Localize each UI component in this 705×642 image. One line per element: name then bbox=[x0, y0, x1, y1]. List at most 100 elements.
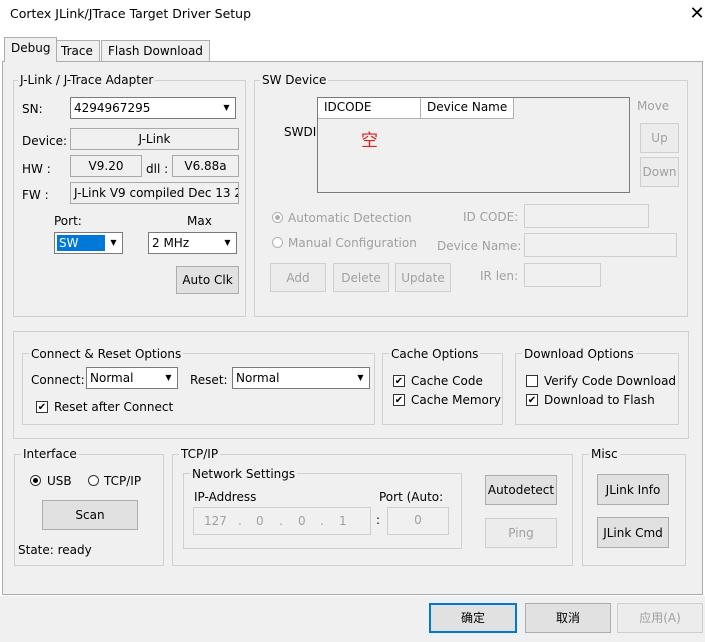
ip-dot: . bbox=[279, 514, 283, 528]
reset-label: Reset: bbox=[190, 373, 228, 387]
cancel-button[interactable]: 取消 bbox=[525, 603, 611, 633]
port-input[interactable]: 0 bbox=[387, 507, 449, 535]
ip-octet-4: 1 bbox=[339, 514, 347, 528]
up-button[interactable]: Up bbox=[640, 123, 679, 153]
sw-device-list[interactable]: IDCODE Device Name 空 bbox=[317, 97, 630, 193]
connect-select[interactable]: Normal ▼ bbox=[86, 367, 178, 389]
misc-group-label: Misc bbox=[589, 447, 620, 461]
window-title: Cortex JLink/JTrace Target Driver Setup bbox=[10, 6, 252, 21]
jlink-info-button[interactable]: JLink Info bbox=[597, 474, 669, 505]
reset-after-connect-checkbox[interactable]: ✔ bbox=[36, 401, 48, 413]
auto-detection-radio[interactable] bbox=[272, 212, 283, 223]
cache-memory-checkbox[interactable]: ✔ bbox=[393, 394, 405, 406]
max-label: Max bbox=[187, 214, 212, 228]
ip-dot: . bbox=[238, 514, 242, 528]
hw-label: HW : bbox=[22, 162, 51, 176]
cache-options-group-label: Cache Options bbox=[389, 347, 481, 361]
swdi-label: SWDI bbox=[284, 125, 317, 139]
dll-field: V6.88a bbox=[172, 155, 239, 177]
idcode-column-header[interactable]: IDCODE bbox=[318, 98, 421, 119]
connect-value: Normal bbox=[90, 371, 134, 385]
usb-radio[interactable] bbox=[30, 475, 41, 486]
cache-options-group bbox=[382, 353, 503, 425]
interface-group-label: Interface bbox=[21, 447, 79, 461]
update-button[interactable]: Update bbox=[395, 263, 451, 292]
device-name-label: Device Name: bbox=[437, 239, 522, 253]
tab-debug[interactable]: Debug bbox=[4, 37, 58, 62]
sn-value: 4294967295 bbox=[74, 101, 151, 115]
hw-field: V9.20 bbox=[70, 155, 142, 177]
connect-label: Connect: bbox=[31, 373, 85, 387]
reset-select[interactable]: Normal ▼ bbox=[232, 367, 370, 389]
cache-code-label: Cache Code bbox=[411, 374, 483, 388]
auto-clk-button[interactable]: Auto Clk bbox=[176, 266, 239, 294]
fw-label: FW : bbox=[22, 188, 49, 202]
jlink-cmd-button[interactable]: JLink Cmd bbox=[597, 517, 669, 548]
sn-select[interactable]: 4294967295 ▼ bbox=[70, 97, 236, 119]
cache-code-checkbox[interactable]: ✔ bbox=[393, 375, 405, 387]
close-icon[interactable]: ✕ bbox=[686, 2, 705, 26]
empty-list-text: 空 bbox=[361, 131, 378, 151]
cache-memory-label: Cache Memory bbox=[411, 393, 501, 407]
chevron-down-icon: ▼ bbox=[106, 234, 121, 252]
fw-field: J-Link V9 compiled Dec 13 2 bbox=[70, 182, 239, 204]
apply-button[interactable]: 应用(A) bbox=[617, 603, 703, 633]
port-select[interactable]: SW ▼ bbox=[54, 232, 123, 254]
id-code-label: ID CODE: bbox=[463, 210, 519, 224]
down-button[interactable]: Down bbox=[640, 157, 679, 187]
tab-trace[interactable]: Trace bbox=[54, 40, 100, 62]
download-options-group bbox=[515, 353, 679, 425]
autodetect-button[interactable]: Autodetect bbox=[485, 475, 557, 505]
ip-address-input[interactable]: 127 . 0 . 0 . 1 bbox=[193, 507, 371, 535]
ir-len-label: IR len: bbox=[480, 269, 519, 283]
chevron-down-icon: ▼ bbox=[353, 369, 368, 387]
reset-value: Normal bbox=[236, 371, 280, 385]
tcpip-radio-label: TCP/IP bbox=[104, 474, 142, 488]
device-label: Device: bbox=[22, 134, 68, 148]
port-label: Port: bbox=[54, 214, 82, 228]
ok-button[interactable]: 确定 bbox=[429, 603, 517, 633]
port-colon: : bbox=[376, 513, 381, 527]
ip-address-label: IP-Address bbox=[194, 490, 257, 504]
add-button[interactable]: Add bbox=[270, 263, 326, 292]
max-value: 2 MHz bbox=[152, 236, 190, 250]
auto-detection-label: Automatic Detection bbox=[288, 211, 412, 225]
misc-group bbox=[582, 454, 686, 566]
ir-len-input[interactable] bbox=[524, 263, 601, 287]
id-code-input[interactable] bbox=[524, 204, 649, 228]
delete-button[interactable]: Delete bbox=[333, 263, 389, 292]
network-settings-label: Network Settings bbox=[190, 467, 298, 481]
chevron-down-icon: ▼ bbox=[220, 234, 235, 252]
move-label: Move bbox=[637, 99, 670, 113]
manual-config-radio[interactable] bbox=[272, 237, 283, 248]
sn-label: SN: bbox=[22, 102, 43, 116]
verify-download-checkbox[interactable] bbox=[526, 375, 538, 387]
connect-reset-group-label: Connect & Reset Options bbox=[29, 347, 184, 361]
ip-octet-2: 0 bbox=[256, 514, 264, 528]
chevron-down-icon: ▼ bbox=[219, 99, 234, 117]
device-name-input[interactable] bbox=[524, 233, 677, 257]
device-name-column-header[interactable]: Device Name bbox=[421, 98, 514, 119]
adapter-group-label: J-Link / J-Trace Adapter bbox=[18, 73, 156, 87]
ip-dot: . bbox=[320, 514, 324, 528]
verify-download-label: Verify Code Download bbox=[544, 374, 677, 388]
download-options-group-label: Download Options bbox=[522, 347, 636, 361]
state-text: State: ready bbox=[18, 543, 92, 557]
dll-label: dll : bbox=[146, 162, 169, 176]
chevron-down-icon: ▼ bbox=[161, 369, 176, 387]
ip-octet-1: 127 bbox=[204, 514, 227, 528]
download-to-flash-checkbox[interactable]: ✔ bbox=[526, 394, 538, 406]
manual-config-label: Manual Configuration bbox=[288, 236, 417, 250]
device-field: J-Link bbox=[70, 128, 239, 150]
tab-flash-download[interactable]: Flash Download bbox=[101, 40, 210, 62]
tcpip-group-label: TCP/IP bbox=[179, 447, 221, 461]
usb-label: USB bbox=[47, 474, 72, 488]
reset-after-connect-label: Reset after Connect bbox=[54, 400, 174, 414]
tcpip-radio[interactable] bbox=[88, 475, 99, 486]
port-value: SW bbox=[57, 235, 105, 251]
sw-device-group-label: SW Device bbox=[260, 73, 329, 87]
max-clock-select[interactable]: 2 MHz ▼ bbox=[148, 232, 237, 254]
ping-button[interactable]: Ping bbox=[485, 518, 557, 548]
scan-button[interactable]: Scan bbox=[42, 500, 138, 530]
port-auto-label: Port (Auto: bbox=[379, 490, 444, 504]
